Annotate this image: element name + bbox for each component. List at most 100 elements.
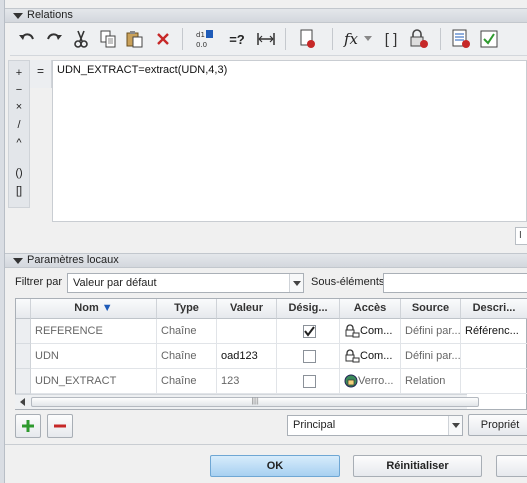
toolbar-separator <box>332 28 333 50</box>
brackets-icon[interactable]: [ ] <box>378 26 404 52</box>
cell-source[interactable]: Défini par... <box>401 344 461 369</box>
redo-icon[interactable] <box>41 26 67 52</box>
cancel-button-partial[interactable] <box>496 455 527 477</box>
minus-operator[interactable]: − <box>9 84 29 96</box>
properties-button[interactable]: Propriét <box>468 414 527 436</box>
filter-row: Filtrer par Valeur par défaut Sous-éléme… <box>10 273 527 293</box>
svg-text:0.0: 0.0 <box>196 41 207 49</box>
paste-icon[interactable] <box>122 26 148 52</box>
execute-icon[interactable] <box>476 26 502 52</box>
designated-checkbox[interactable] <box>303 325 316 338</box>
local-params-header[interactable]: Paramètres locaux <box>5 253 527 268</box>
footer-separator <box>5 444 527 445</box>
cell-name[interactable]: UDN <box>31 344 157 369</box>
row-header[interactable] <box>16 369 31 394</box>
info-box[interactable]: I <box>515 227 527 245</box>
cell-description[interactable]: Référenc... <box>461 319 527 344</box>
divide-operator[interactable]: / <box>9 119 29 131</box>
scrollbar-thumb[interactable]: |||| <box>31 397 479 407</box>
plus-icon <box>22 420 34 432</box>
relation-formula[interactable]: UDN_EXTRACT=extract(UDN,4,3) <box>57 64 227 76</box>
local-params-title: Paramètres locaux <box>27 254 119 266</box>
verify-icon[interactable]: =? <box>224 26 250 52</box>
multiply-operator[interactable]: × <box>9 101 29 113</box>
sort-relations-icon[interactable] <box>448 26 474 52</box>
relations-header[interactable]: Relations <box>5 8 527 23</box>
chevron-down-icon[interactable] <box>448 416 462 435</box>
column-header-source[interactable]: Source <box>401 299 461 319</box>
cell-access[interactable]: Verro... <box>340 369 401 394</box>
scope-select[interactable]: Principal <box>287 415 463 436</box>
column-header-type[interactable]: Type <box>157 299 217 319</box>
function-icon[interactable]: fx <box>338 26 364 52</box>
cell-value[interactable]: 123 <box>217 369 277 394</box>
cell-source[interactable]: Défini par... <box>401 319 461 344</box>
cut-icon[interactable] <box>68 26 94 52</box>
access-lock-icon <box>345 349 360 363</box>
remove-parameter-button[interactable] <box>47 414 73 438</box>
access-lock-icon <box>345 324 360 338</box>
cell-access[interactable]: Com... <box>340 319 401 344</box>
horizontal-scrollbar[interactable]: |||| <box>15 394 479 409</box>
ok-button[interactable]: OK <box>210 455 340 477</box>
toolbar-separator <box>440 28 441 50</box>
parameter-lock-icon[interactable] <box>406 26 432 52</box>
reset-button[interactable]: Réinitialiser <box>353 455 482 477</box>
power-operator[interactable]: ^ <box>9 137 29 149</box>
relations-title: Relations <box>27 9 73 21</box>
toolbar-separator <box>182 28 183 50</box>
units-icon[interactable] <box>253 26 279 52</box>
relations-editor[interactable]: UDN_EXTRACT=extract(UDN,4,3) <box>52 60 527 222</box>
brackets-operator[interactable]: [] <box>9 185 29 197</box>
column-header-description[interactable]: Descri... <box>461 299 527 319</box>
chevron-down-icon[interactable] <box>289 274 303 292</box>
cell-type[interactable]: Chaîne <box>157 369 217 394</box>
scroll-left-icon[interactable] <box>18 397 28 407</box>
row-header[interactable] <box>16 319 31 344</box>
cell-name[interactable]: UDN_EXTRACT <box>31 369 157 394</box>
plus-operator[interactable]: + <box>9 67 29 79</box>
column-header-access[interactable]: Accès <box>340 299 401 319</box>
parentheses-operator[interactable]: () <box>9 167 29 179</box>
designated-checkbox[interactable] <box>303 350 316 363</box>
cell-name[interactable]: REFERENCE <box>31 319 157 344</box>
add-parameter-button[interactable] <box>15 414 41 438</box>
cell-source[interactable]: Relation <box>401 369 461 394</box>
filter-icon[interactable]: ▼ <box>99 302 113 314</box>
delete-icon[interactable] <box>150 26 176 52</box>
filter-select-value: Valeur par défaut <box>73 277 157 289</box>
function-dropdown-icon[interactable] <box>362 26 374 52</box>
editor-resizer: I <box>5 223 527 249</box>
sub-elements-field[interactable] <box>383 273 527 293</box>
svg-text:d1: d1 <box>196 31 205 39</box>
toolbar-separator <box>285 28 286 50</box>
cell-access[interactable]: Com... <box>340 344 401 369</box>
equals-operator[interactable]: = <box>30 60 52 88</box>
filter-label: Filtrer par <box>15 276 63 288</box>
column-header-name[interactable]: Nom ▼ <box>31 299 157 319</box>
filter-select[interactable]: Valeur par défaut <box>67 273 304 293</box>
locked-globe-icon <box>344 374 358 388</box>
collapse-icon[interactable] <box>13 258 23 264</box>
collapse-icon[interactable] <box>13 13 23 19</box>
relation-lock-icon[interactable] <box>295 26 321 52</box>
row-header[interactable] <box>16 344 31 369</box>
cell-description[interactable] <box>461 344 527 369</box>
cell-description[interactable] <box>461 369 527 394</box>
column-header-value[interactable]: Valeur <box>217 299 277 319</box>
copy-icon[interactable] <box>95 26 121 52</box>
undo-icon[interactable] <box>14 26 40 52</box>
designated-checkbox[interactable] <box>303 375 316 388</box>
scope-select-value: Principal <box>293 419 336 431</box>
column-header-designated[interactable]: Désig... <box>277 299 340 319</box>
sort-values-icon[interactable]: d1 0.0 <box>192 26 218 52</box>
relations-toolbar: d1 0.0 =? fx [ ] <box>10 24 527 56</box>
minus-icon <box>54 424 66 428</box>
operator-palette: + − × / ^ () [] <box>8 60 30 208</box>
sub-elements-label: Sous-éléments <box>311 276 385 288</box>
cell-type[interactable]: Chaîne <box>157 319 217 344</box>
cell-designated <box>277 369 340 394</box>
cell-type[interactable]: Chaîne <box>157 344 217 369</box>
cell-value[interactable] <box>217 319 277 344</box>
cell-value[interactable]: oad123 <box>217 344 277 369</box>
